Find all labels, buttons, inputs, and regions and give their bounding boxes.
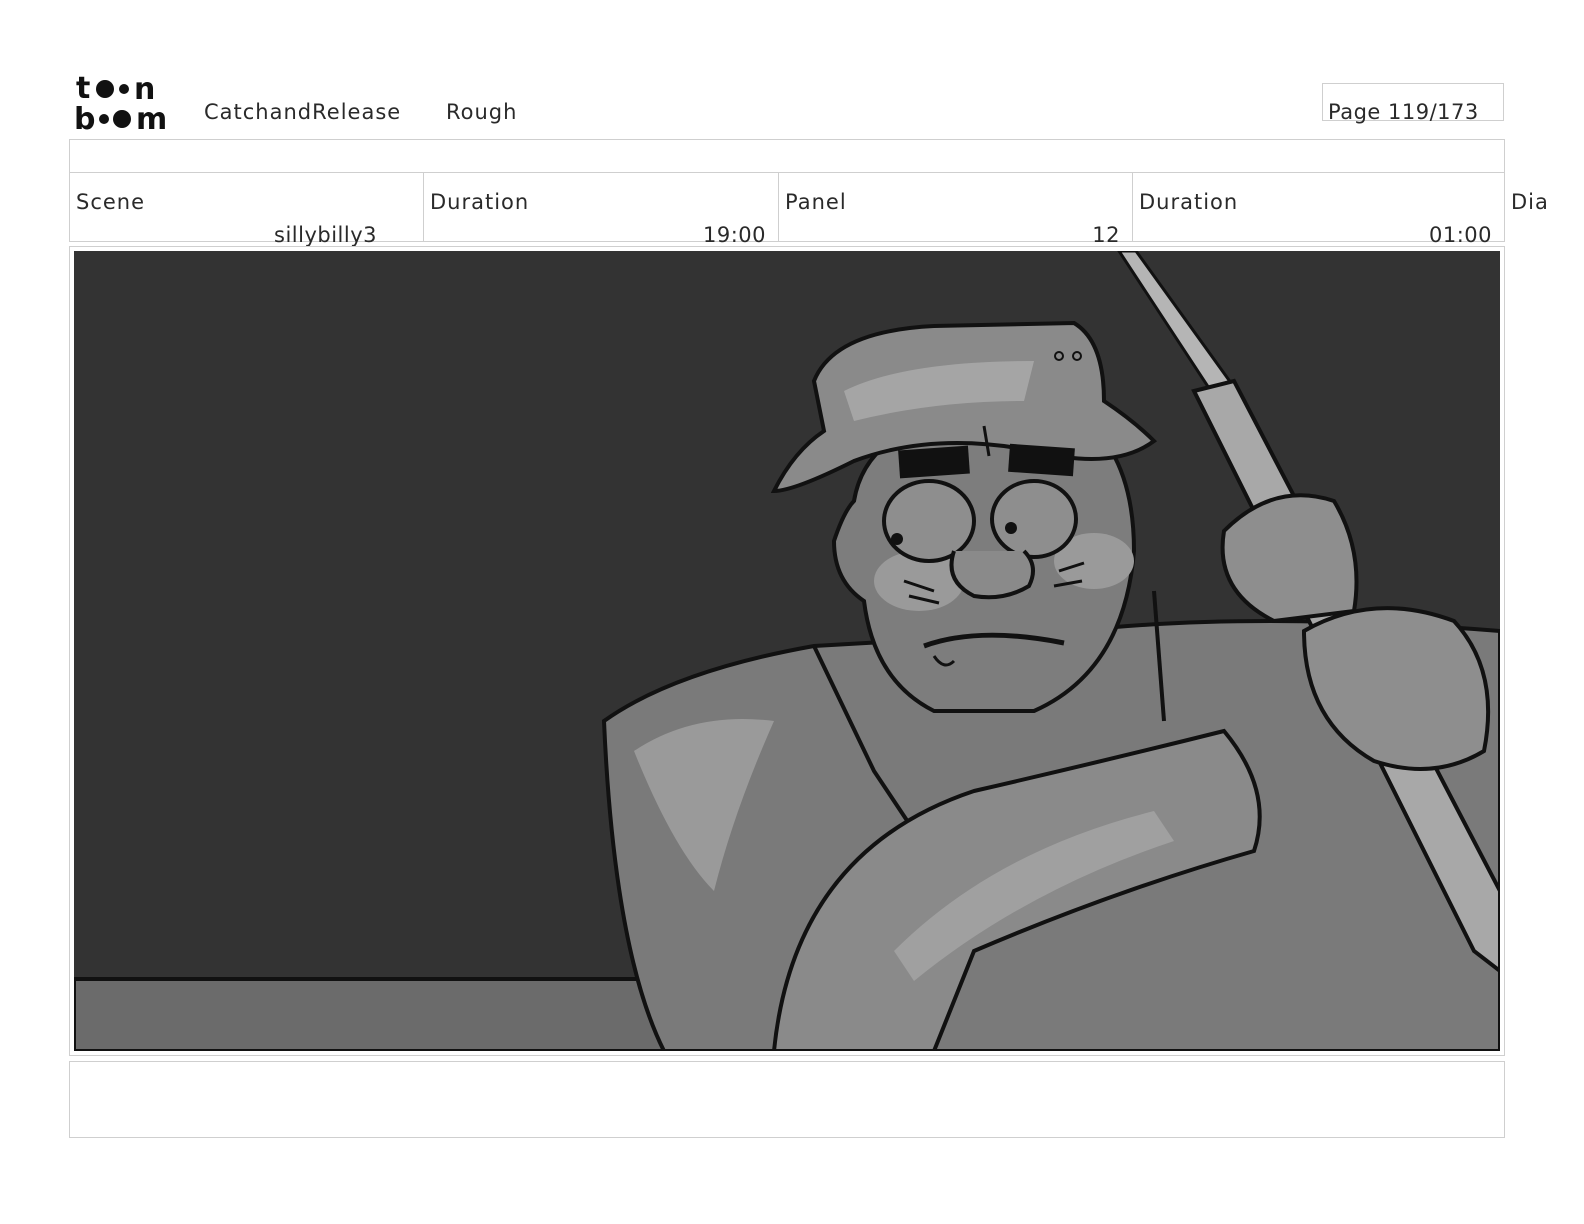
- scene-duration-label: Duration: [430, 190, 530, 214]
- page-number: Page 119/173: [1328, 100, 1479, 124]
- panel-value: 12: [1092, 223, 1120, 247]
- header-strip: [69, 139, 1505, 173]
- panel-duration-label: Duration: [1139, 190, 1239, 214]
- panel-cell: Panel 12: [779, 173, 1133, 247]
- panel-duration-value: 01:00: [1428, 223, 1492, 247]
- scene-duration-cell: Duration 19:00: [424, 173, 779, 247]
- svg-text:m: m: [136, 102, 167, 132]
- scene-cell: Scene sillybilly3: [70, 173, 424, 247]
- svg-text:t: t: [76, 72, 90, 106]
- dialogue-box: [69, 1061, 1505, 1138]
- panel-label: Panel: [785, 190, 847, 214]
- panel-drawing: [74, 251, 1500, 1051]
- dialogue-label: Dia: [1511, 190, 1549, 214]
- project-title: CatchandRelease: [204, 100, 402, 124]
- toonboom-logo: t n b m: [74, 72, 167, 132]
- scene-label: Scene: [76, 190, 146, 214]
- scene-duration-value: 19:00: [702, 223, 766, 247]
- board-status: Rough: [446, 100, 518, 124]
- svg-text:b: b: [74, 102, 95, 132]
- panel-duration-cell: Duration 01:00: [1133, 173, 1504, 247]
- panel-info-row: Scene sillybilly3 Duration 19:00 Panel 1…: [69, 172, 1505, 247]
- scene-value: sillybilly3: [274, 223, 377, 247]
- storyboard-panel-image: [74, 251, 1500, 1051]
